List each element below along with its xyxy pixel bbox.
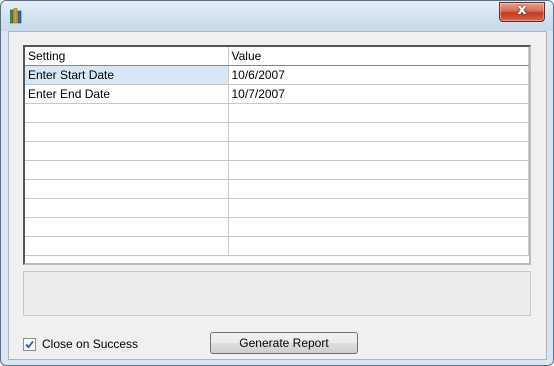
checkmark-icon — [25, 340, 34, 349]
table-row[interactable] — [25, 217, 529, 237]
value-cell[interactable] — [228, 179, 529, 199]
setting-cell[interactable] — [25, 198, 229, 218]
close-icon: x — [517, 2, 527, 18]
table-row[interactable] — [25, 141, 529, 161]
value-cell[interactable] — [228, 103, 529, 123]
books-icon — [9, 7, 22, 24]
status-panel — [23, 271, 531, 316]
setting-cell[interactable] — [25, 141, 229, 161]
settings-grid[interactable]: Setting Value Enter Start Date 10/6/2007… — [23, 45, 531, 265]
table-row[interactable]: Enter Start Date 10/6/2007 — [25, 65, 529, 85]
setting-cell[interactable] — [25, 236, 229, 256]
value-cell[interactable] — [228, 198, 529, 218]
setting-cell[interactable] — [25, 103, 229, 123]
setting-cell[interactable]: Enter Start Date — [25, 65, 229, 85]
setting-cell[interactable]: Enter End Date — [25, 84, 229, 104]
table-row[interactable] — [25, 103, 529, 123]
table-row[interactable] — [25, 160, 529, 180]
table-row[interactable] — [25, 198, 529, 218]
grid-header-row: Setting Value — [25, 47, 529, 66]
generate-report-button[interactable]: Generate Report — [210, 332, 358, 354]
title-bar[interactable]: x — [1, 1, 553, 31]
close-on-success-label[interactable]: Close on Success — [42, 337, 138, 351]
value-cell[interactable]: 10/6/2007 — [228, 65, 529, 85]
setting-cell[interactable] — [25, 179, 229, 199]
dialog-body: Setting Value Enter Start Date 10/6/2007… — [8, 31, 547, 360]
column-header-value[interactable]: Value — [228, 47, 529, 66]
table-row[interactable] — [25, 236, 529, 256]
setting-cell[interactable] — [25, 122, 229, 142]
value-cell[interactable] — [228, 217, 529, 237]
table-row[interactable] — [25, 179, 529, 199]
value-cell[interactable] — [228, 160, 529, 180]
setting-cell[interactable] — [25, 160, 229, 180]
setting-cell[interactable] — [25, 217, 229, 237]
value-cell[interactable]: 10/7/2007 — [228, 84, 529, 104]
value-cell[interactable] — [228, 141, 529, 161]
table-row[interactable] — [25, 122, 529, 142]
report-dialog-window: x Setting Value Enter Start Date 10/6/20… — [0, 0, 554, 366]
table-row[interactable]: Enter End Date 10/7/2007 — [25, 84, 529, 104]
close-button[interactable]: x — [499, 2, 545, 22]
value-cell[interactable] — [228, 122, 529, 142]
value-cell[interactable] — [228, 236, 529, 256]
checkbox-box[interactable] — [23, 338, 36, 351]
column-header-setting[interactable]: Setting — [25, 47, 229, 66]
